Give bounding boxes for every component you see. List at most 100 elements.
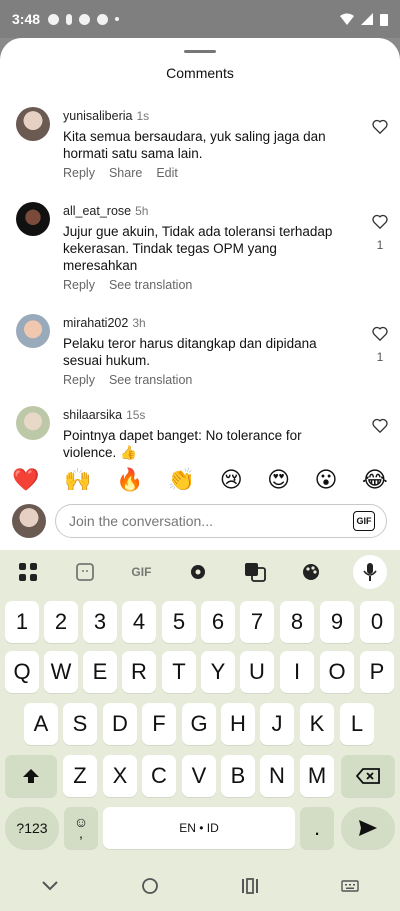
- key-5[interactable]: 5: [162, 601, 196, 643]
- key-i[interactable]: I: [280, 651, 314, 693]
- gif-button[interactable]: GIF: [353, 511, 375, 531]
- key-o[interactable]: O: [320, 651, 354, 693]
- heart-icon: [372, 326, 388, 342]
- key-j[interactable]: J: [260, 703, 294, 745]
- key-h[interactable]: H: [221, 703, 255, 745]
- key-b[interactable]: B: [221, 755, 255, 797]
- edit-button[interactable]: Edit: [156, 166, 178, 180]
- key-d[interactable]: D: [103, 703, 137, 745]
- key-9[interactable]: 9: [320, 601, 354, 643]
- key-m[interactable]: M: [300, 755, 334, 797]
- key-p[interactable]: P: [360, 651, 394, 693]
- emoji-heart-eyes[interactable]: 😍: [267, 467, 290, 493]
- key-u[interactable]: U: [240, 651, 274, 693]
- my-avatar: [12, 504, 46, 538]
- emoji-comma-key[interactable]: ☺ ,: [64, 807, 98, 849]
- comment-text: Jujur gue akuin, Tidak ada toleransi ter…: [63, 224, 333, 273]
- comment-username[interactable]: all_eat_rose: [63, 204, 131, 218]
- key-2[interactable]: 2: [44, 601, 78, 643]
- like-button[interactable]: 1: [372, 326, 388, 364]
- key-q[interactable]: Q: [5, 651, 39, 693]
- emoji-clap[interactable]: 👏: [168, 467, 195, 493]
- key-w[interactable]: W: [44, 651, 78, 693]
- key-g[interactable]: G: [182, 703, 216, 745]
- comment-username[interactable]: yunisaliberia: [63, 109, 132, 123]
- palette-icon[interactable]: [296, 557, 326, 587]
- backspace-key[interactable]: [341, 755, 395, 797]
- microphone-icon[interactable]: [352, 555, 387, 589]
- keyboard-switch-icon[interactable]: [341, 880, 359, 892]
- settings-gear-icon[interactable]: [183, 557, 213, 587]
- key-1[interactable]: 1: [5, 601, 39, 643]
- key-8[interactable]: 8: [280, 601, 314, 643]
- system-icons: [340, 13, 388, 26]
- avatar[interactable]: [16, 406, 50, 440]
- like-button[interactable]: [372, 418, 388, 438]
- key-e[interactable]: E: [83, 651, 117, 693]
- comments-sheet: Comments yunisaliberia 1s Kita semua bers…: [0, 38, 400, 550]
- key-n[interactable]: N: [260, 755, 294, 797]
- gif-keyboard-button[interactable]: GIF: [126, 557, 156, 587]
- key-f[interactable]: F: [142, 703, 176, 745]
- key-l[interactable]: L: [340, 703, 374, 745]
- like-count: 1: [376, 238, 384, 252]
- key-a[interactable]: A: [24, 703, 58, 745]
- comment-item: all_eat_rose 5h Jujur gue akuin, Tidak ad…: [16, 202, 388, 292]
- symbols-key[interactable]: ?123: [5, 807, 59, 849]
- space-key[interactable]: EN • ID: [103, 807, 295, 849]
- key-v[interactable]: V: [182, 755, 216, 797]
- key-z[interactable]: Z: [63, 755, 97, 797]
- avatar[interactable]: [16, 107, 50, 141]
- avatar[interactable]: [16, 314, 50, 348]
- avatar[interactable]: [16, 202, 50, 236]
- see-translation-button[interactable]: See translation: [109, 278, 192, 292]
- comment-time: 5h: [135, 204, 149, 218]
- emoji-heart[interactable]: ❤️: [12, 467, 39, 493]
- system-nav-bar: [0, 861, 400, 911]
- comment-username[interactable]: shilaarsika: [63, 408, 122, 422]
- emoji-surprised[interactable]: 😮: [315, 467, 338, 493]
- key-c[interactable]: C: [142, 755, 176, 797]
- comment-item: shilaarsika 15s Pointnya dapet banget: No…: [16, 406, 388, 460]
- see-translation-button[interactable]: See translation: [109, 373, 192, 387]
- emoji-laughing[interactable]: 😂: [362, 467, 388, 493]
- send-key[interactable]: [341, 807, 395, 849]
- nav-home-icon[interactable]: [141, 877, 159, 895]
- nav-recents-icon[interactable]: [241, 878, 259, 894]
- like-button[interactable]: [372, 119, 388, 139]
- reply-button[interactable]: Reply: [63, 278, 95, 292]
- key-t[interactable]: T: [162, 651, 196, 693]
- like-button[interactable]: 1: [372, 214, 388, 252]
- period-key[interactable]: .: [300, 807, 334, 849]
- key-4[interactable]: 4: [122, 601, 156, 643]
- nav-back-chevron-icon[interactable]: [41, 880, 59, 892]
- key-y[interactable]: Y: [201, 651, 235, 693]
- key-x[interactable]: X: [103, 755, 137, 797]
- key-3[interactable]: 3: [83, 601, 117, 643]
- reply-button[interactable]: Reply: [63, 166, 95, 180]
- sticker-icon[interactable]: [70, 557, 100, 587]
- reply-button[interactable]: Reply: [63, 373, 95, 387]
- comment-input[interactable]: Join the conversation... GIF: [55, 504, 387, 538]
- shift-key[interactable]: [5, 755, 57, 797]
- apps-grid-icon[interactable]: [13, 557, 43, 587]
- comment-composer: Join the conversation... GIF: [0, 500, 400, 550]
- mic-status-icon: [66, 13, 73, 25]
- comment-username[interactable]: mirahati202: [63, 316, 128, 330]
- keyboard: GIF 1 2 3 4 5 6 7 8 9 0 Q W E R T Y U I …: [0, 550, 400, 861]
- key-s[interactable]: S: [63, 703, 97, 745]
- key-6[interactable]: 6: [201, 601, 235, 643]
- translate-icon[interactable]: [240, 557, 270, 587]
- key-r[interactable]: R: [122, 651, 156, 693]
- emoji-crying[interactable]: 😢: [220, 467, 243, 493]
- share-button[interactable]: Share: [109, 166, 142, 180]
- emoji-raised-hands[interactable]: 🙌: [64, 467, 91, 493]
- comment-input-placeholder: Join the conversation...: [69, 513, 213, 529]
- emoji-reaction-bar: ❤️ 🙌 🔥 👏 😢 😍 😮 😂: [0, 460, 400, 500]
- drag-handle[interactable]: [184, 50, 216, 53]
- key-7[interactable]: 7: [240, 601, 274, 643]
- key-0[interactable]: 0: [360, 601, 394, 643]
- key-k[interactable]: K: [300, 703, 334, 745]
- status-bar: 3:48: [0, 0, 400, 38]
- emoji-fire[interactable]: 🔥: [116, 467, 143, 493]
